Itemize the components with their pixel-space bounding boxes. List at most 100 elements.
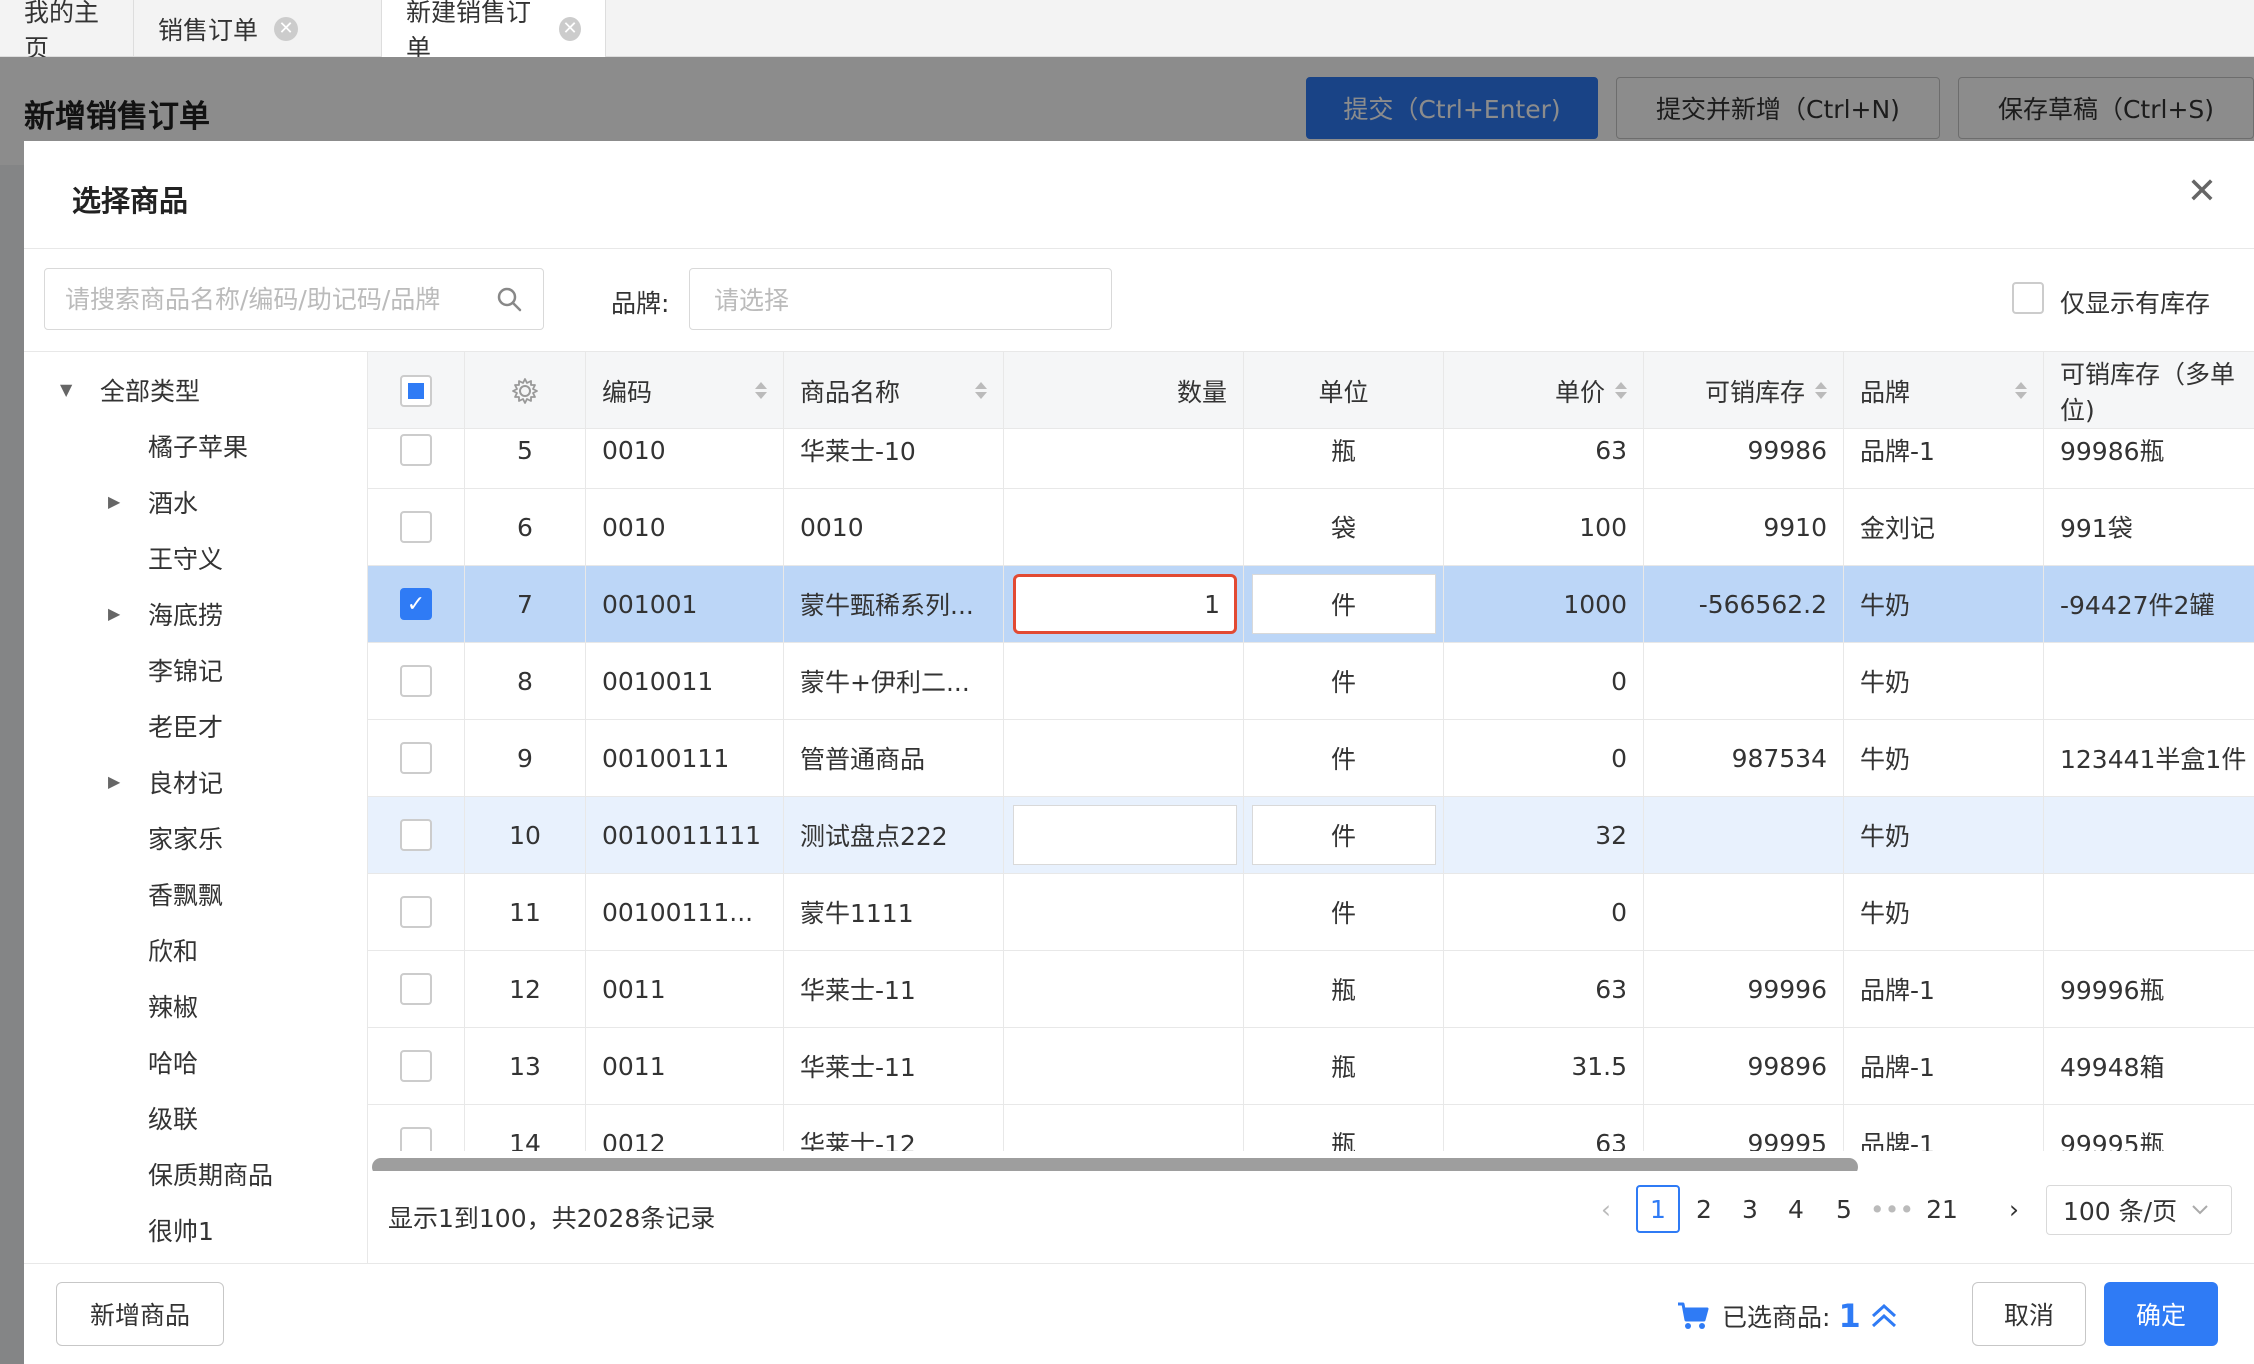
search-icon[interactable] — [495, 285, 523, 313]
caret-down-icon[interactable]: ▼ — [60, 380, 72, 399]
column-header-name[interactable]: 商品名称 — [784, 352, 1004, 429]
tree-node[interactable]: 保质期商品 — [148, 1154, 273, 1194]
cell-stock-multi: 991袋 — [2044, 489, 2254, 565]
column-header-brand[interactable]: 品牌 — [1844, 352, 2044, 429]
pagination-ellipsis[interactable]: ••• — [1870, 1185, 1914, 1233]
close-icon[interactable]: ✕ — [2182, 171, 2222, 212]
cell-qty — [1004, 797, 1244, 873]
tree-node[interactable]: 良材记 — [148, 762, 223, 802]
sort-icon[interactable] — [975, 382, 987, 399]
cell-text: 1000 — [1563, 589, 1627, 619]
tree-node[interactable]: 海底捞 — [148, 594, 223, 634]
cell-text: 0010 — [800, 512, 864, 542]
cancel-button[interactable]: 取消 — [1972, 1282, 2086, 1346]
tab-sales-orders[interactable]: 销售订单 ✕ — [134, 0, 382, 57]
table-row[interactable]: 6 0010 0010 袋 100 9910 金刘记 991袋 — [368, 489, 2254, 566]
row-checkbox[interactable]: ✓ — [400, 588, 432, 620]
tree-node[interactable]: 很帅1 — [148, 1210, 214, 1250]
in-stock-only-checkbox[interactable] — [2012, 282, 2044, 314]
tree-node[interactable]: 香飘飘 — [148, 874, 223, 914]
unit-select[interactable]: 件 — [1251, 805, 1436, 865]
row-checkbox[interactable] — [400, 511, 432, 543]
page-number-button[interactable]: 3 — [1732, 1185, 1768, 1233]
add-product-button[interactable]: 新增商品 — [56, 1282, 224, 1346]
caret-right-icon[interactable]: ▶ — [108, 772, 120, 791]
column-header-code[interactable]: 编码 — [586, 352, 784, 429]
cell-text: 金刘记 — [1860, 514, 1936, 543]
page-size-select[interactable]: 100 条/页 — [2046, 1185, 2232, 1235]
cell-stock: -566562.2 — [1644, 566, 1844, 642]
tree-node[interactable]: 李锦记 — [148, 650, 223, 690]
close-icon[interactable]: ✕ — [274, 16, 299, 41]
cell-price: 32 — [1444, 797, 1644, 873]
table-row[interactable]: 10 0010011111 测试盘点222 件 32 牛奶 — [368, 797, 2254, 874]
quantity-input[interactable]: 1 — [1013, 574, 1237, 634]
search-input[interactable] — [65, 284, 495, 314]
close-icon[interactable]: ✕ — [559, 16, 581, 41]
sort-icon[interactable] — [1815, 382, 1827, 399]
tree-node[interactable]: 全部类型 — [100, 370, 200, 410]
quantity-input[interactable] — [1013, 805, 1237, 865]
sort-icon[interactable] — [2015, 382, 2027, 399]
row-checkbox[interactable] — [400, 1127, 432, 1151]
cell-stock-multi — [2044, 874, 2254, 950]
table-row[interactable]: 12 0011 华莱士-11 瓶 63 99996 品牌-1 99996瓶 — [368, 951, 2254, 1028]
horizontal-scrollbar[interactable] — [368, 1154, 2254, 1171]
page-number-button[interactable]: 21 — [1916, 1185, 1968, 1233]
tab-home[interactable]: 我的主页 — [0, 0, 134, 63]
tab-new-sales-order[interactable]: 新建销售订单 ✕ — [382, 0, 606, 63]
cell-brand: 品牌-1 — [1844, 1105, 2044, 1151]
caret-right-icon[interactable]: ▶ — [108, 604, 120, 623]
cell-idx: 12 — [465, 951, 586, 1027]
table-row[interactable]: 13 0011 华莱士-11 瓶 31.5 99896 品牌-1 49948箱 — [368, 1028, 2254, 1105]
tree-node[interactable]: 橘子苹果 — [148, 426, 248, 466]
tree-node[interactable]: 欣和 — [148, 930, 198, 970]
cell-text: 63 — [1595, 974, 1627, 1004]
table-row[interactable]: 5 0010 华莱士-10 瓶 63 99986 品牌-1 99986瓶 — [368, 429, 2254, 489]
gear-icon[interactable] — [510, 376, 540, 406]
page-number-button[interactable]: 5 — [1826, 1185, 1862, 1233]
scrollbar-thumb[interactable] — [372, 1158, 1858, 1171]
row-checkbox[interactable] — [400, 742, 432, 774]
tree-node-label: 欣和 — [148, 937, 199, 966]
confirm-button[interactable]: 确定 — [2104, 1282, 2218, 1346]
in-stock-only-label[interactable]: 仅显示有库存 — [2060, 284, 2210, 320]
table-row[interactable]: 9 00100111 管普通商品 件 0 987534 牛奶 123441半盒1件 — [368, 720, 2254, 797]
tree-node[interactable]: 哈哈 — [148, 1042, 198, 1082]
tree-node[interactable]: 家家乐 — [148, 818, 223, 858]
sort-icon[interactable] — [1615, 382, 1627, 399]
table-row[interactable]: 11 00100111... 蒙牛1111 件 0 牛奶 — [368, 874, 2254, 951]
sort-icon[interactable] — [755, 382, 767, 399]
column-header-price[interactable]: 单价 — [1444, 352, 1644, 429]
row-checkbox[interactable] — [400, 665, 432, 697]
table-row[interactable]: 8 0010011 蒙牛+伊利二... 件 0 牛奶 — [368, 643, 2254, 720]
cell-stock: 99896 — [1644, 1028, 1844, 1104]
page-number-button[interactable]: 2 — [1686, 1185, 1722, 1233]
caret-right-icon[interactable]: ▶ — [108, 492, 120, 511]
page-number-button[interactable]: 1 — [1636, 1185, 1680, 1233]
cell-text: 13 — [509, 1051, 541, 1081]
row-select-cell — [368, 720, 465, 796]
row-checkbox[interactable] — [400, 973, 432, 1005]
cell-code: 0011 — [586, 951, 784, 1027]
row-checkbox[interactable] — [400, 819, 432, 851]
column-header-stock[interactable]: 可销库存 — [1644, 352, 1844, 429]
tree-node[interactable]: 王守义 — [148, 538, 223, 578]
tree-node[interactable]: 老臣才 — [148, 706, 223, 746]
page-number-button[interactable]: 4 — [1778, 1185, 1814, 1233]
row-checkbox[interactable] — [400, 434, 432, 466]
table-row[interactable]: ✓ 7 001001 蒙牛甄稀系列... 1 件 1000 -566562.2 牛奶 -94427… — [368, 566, 2254, 643]
chevron-double-up-icon[interactable] — [1869, 1301, 1899, 1331]
next-page-button[interactable]: › — [1998, 1185, 2030, 1233]
unit-select[interactable]: 件 — [1251, 574, 1436, 634]
table-row[interactable]: 14 0012 华莱士-12 瓶 63 99995 品牌-1 99995瓶 — [368, 1105, 2254, 1151]
row-checkbox[interactable] — [400, 896, 432, 928]
tree-node[interactable]: 酒水 — [148, 482, 198, 522]
brand-select[interactable]: 请选择 — [689, 268, 1112, 330]
prev-page-button[interactable]: ‹ — [1590, 1185, 1622, 1233]
selected-products[interactable]: 已选商品: 1 — [1676, 1297, 1899, 1335]
row-checkbox[interactable] — [400, 1050, 432, 1082]
tree-node[interactable]: 级联 — [148, 1098, 198, 1138]
tree-node[interactable]: 辣椒 — [148, 986, 198, 1026]
select-all-checkbox[interactable] — [400, 374, 432, 407]
